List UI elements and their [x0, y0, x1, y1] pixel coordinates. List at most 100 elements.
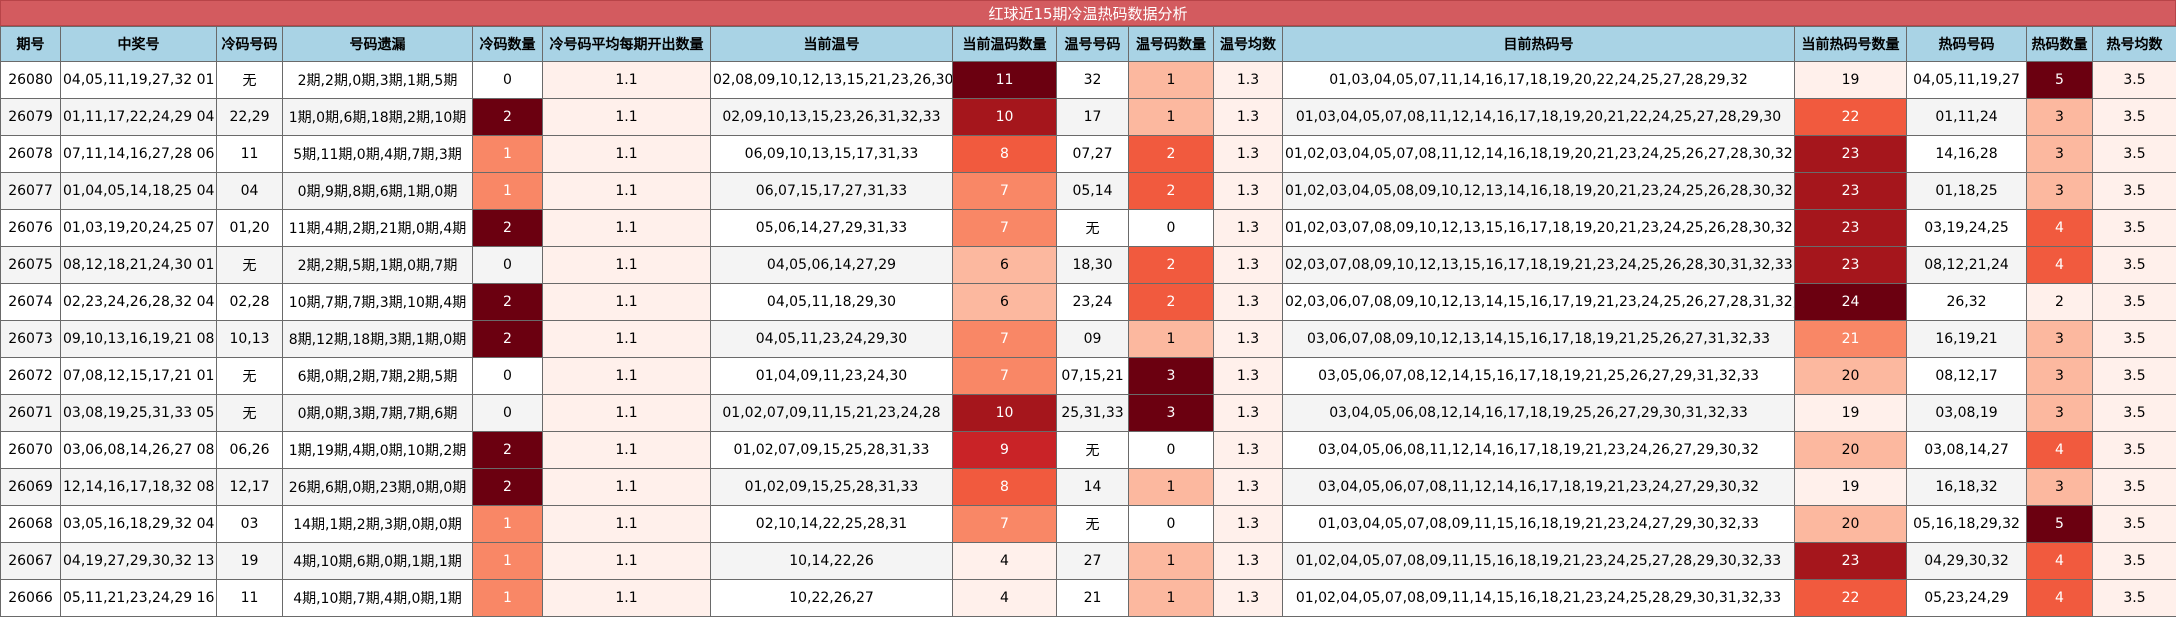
column-header-col-miss: 号码遗漏 — [282, 26, 473, 62]
draw-cell: 01,11,17,22,24,29 04 — [60, 98, 217, 136]
cold-count-cell: 2 — [472, 283, 543, 321]
warm-current-count-cell: 7 — [952, 357, 1057, 395]
warm-avg-cell: 1.3 — [1213, 542, 1283, 580]
hot-nums-cell: 16,18,32 — [1906, 468, 2027, 506]
hot-count-cell: 3 — [2026, 394, 2093, 432]
miss-cell: 4期,10期,7期,4期,0期,1期 — [282, 579, 473, 617]
miss-cell: 26期,6期,0期,23期,0期,0期 — [282, 468, 473, 506]
cold-count-cell: 0 — [472, 61, 543, 99]
hot-current-count-cell: 19 — [1794, 61, 1907, 99]
hot-count-cell: 5 — [2026, 61, 2093, 99]
cold-avg-cell: 1.1 — [542, 542, 711, 580]
cold-count-cell: 2 — [472, 431, 543, 469]
column-header-col-cold-nums: 冷码号码 — [216, 26, 283, 62]
warm-avg-cell: 1.3 — [1213, 172, 1283, 210]
hot-avg-cell: 3.5 — [2092, 209, 2176, 247]
hot-nums-cell: 08,12,17 — [1906, 357, 2027, 395]
warm-nums-cell: 17 — [1056, 98, 1129, 136]
cold-count-cell: 2 — [472, 320, 543, 358]
hot-current-cell: 01,02,03,04,05,07,08,11,12,14,16,18,19,2… — [1282, 135, 1795, 173]
cold-nums-cell: 11 — [216, 579, 283, 617]
warm-avg-cell: 1.3 — [1213, 209, 1283, 247]
hot-current-count-cell: 20 — [1794, 431, 1907, 469]
hot-count-cell: 4 — [2026, 431, 2093, 469]
hot-count-cell: 4 — [2026, 209, 2093, 247]
hot-avg-cell: 3.5 — [2092, 431, 2176, 469]
period-cell: 26067 — [0, 542, 61, 580]
hot-count-cell: 3 — [2026, 98, 2093, 136]
cold-count-cell: 1 — [472, 135, 543, 173]
table-row: 26071 03,08,19,25,31,33 05 无 0期,0期,3期,7期,7期… — [0, 394, 2176, 432]
hot-current-count-cell: 21 — [1794, 320, 1907, 358]
hot-nums-cell: 05,23,24,29 — [1906, 579, 2027, 617]
table-row: 26077 01,04,05,14,18,25 04 04 0期,9期,8期,6期,1… — [0, 172, 2176, 210]
period-cell: 26075 — [0, 246, 61, 284]
warm-nums-cell: 07,15,21 — [1056, 357, 1129, 395]
hot-avg-cell: 3.5 — [2092, 320, 2176, 358]
hot-current-cell: 03,05,06,07,08,12,14,15,16,17,18,19,21,2… — [1282, 357, 1795, 395]
hot-count-cell: 3 — [2026, 468, 2093, 506]
draw-cell: 08,12,18,21,24,30 01 — [60, 246, 217, 284]
warm-avg-cell: 1.3 — [1213, 61, 1283, 99]
column-header-col-cold-avg: 冷号码平均每期开出数量 — [542, 26, 711, 62]
cold-avg-cell: 1.1 — [542, 135, 711, 173]
period-cell: 26074 — [0, 283, 61, 321]
table-body: 26080 04,05,11,19,27,32 01 无 2期,2期,0期,3期,1期… — [0, 61, 2176, 617]
hot-current-count-cell: 23 — [1794, 246, 1907, 284]
warm-count-cell: 0 — [1128, 431, 1214, 469]
warm-current-cell: 02,10,14,22,25,28,31 — [710, 505, 953, 543]
hot-current-cell: 01,03,04,05,07,08,11,12,14,16,17,18,19,2… — [1282, 98, 1795, 136]
warm-count-cell: 2 — [1128, 283, 1214, 321]
warm-avg-cell: 1.3 — [1213, 468, 1283, 506]
column-header-col-period: 期号 — [0, 26, 61, 62]
cold-nums-cell: 12,17 — [216, 468, 283, 506]
hot-avg-cell: 3.5 — [2092, 542, 2176, 580]
hot-avg-cell: 3.5 — [2092, 61, 2176, 99]
hot-count-cell: 2 — [2026, 283, 2093, 321]
hot-avg-cell: 3.5 — [2092, 468, 2176, 506]
cold-count-cell: 1 — [472, 542, 543, 580]
cold-count-cell: 2 — [472, 468, 543, 506]
warm-current-cell: 04,05,11,23,24,29,30 — [710, 320, 953, 358]
column-header-col-hot-avg: 热号均数 — [2092, 26, 2176, 62]
warm-current-cell: 02,09,10,13,15,23,26,31,32,33 — [710, 98, 953, 136]
table-row: 26080 04,05,11,19,27,32 01 无 2期,2期,0期,3期,1期… — [0, 61, 2176, 99]
table-row: 26066 05,11,21,23,24,29 16 11 4期,10期,7期,4期,… — [0, 579, 2176, 617]
warm-current-count-cell: 10 — [952, 98, 1057, 136]
hot-count-cell: 3 — [2026, 172, 2093, 210]
draw-cell: 03,08,19,25,31,33 05 — [60, 394, 217, 432]
hot-current-count-cell: 23 — [1794, 209, 1907, 247]
hot-avg-cell: 3.5 — [2092, 246, 2176, 284]
cold-avg-cell: 1.1 — [542, 209, 711, 247]
hot-current-cell: 01,02,03,04,05,08,09,10,12,13,14,16,18,1… — [1282, 172, 1795, 210]
warm-nums-cell: 27 — [1056, 542, 1129, 580]
miss-cell: 5期,11期,0期,4期,7期,3期 — [282, 135, 473, 173]
warm-current-cell: 06,09,10,13,15,17,31,33 — [710, 135, 953, 173]
draw-cell: 07,11,14,16,27,28 06 — [60, 135, 217, 173]
cold-nums-cell: 02,28 — [216, 283, 283, 321]
cold-count-cell: 1 — [472, 172, 543, 210]
period-cell: 26072 — [0, 357, 61, 395]
cold-count-cell: 0 — [472, 357, 543, 395]
warm-avg-cell: 1.3 — [1213, 357, 1283, 395]
warm-count-cell: 0 — [1128, 505, 1214, 543]
warm-current-count-cell: 4 — [952, 542, 1057, 580]
miss-cell: 11期,4期,2期,21期,0期,4期 — [282, 209, 473, 247]
cold-count-cell: 0 — [472, 246, 543, 284]
cold-nums-cell: 无 — [216, 246, 283, 284]
hot-avg-cell: 3.5 — [2092, 579, 2176, 617]
hot-avg-cell: 3.5 — [2092, 135, 2176, 173]
draw-cell: 07,08,12,15,17,21 01 — [60, 357, 217, 395]
hot-count-cell: 4 — [2026, 542, 2093, 580]
cold-count-cell: 1 — [472, 505, 543, 543]
column-header-col-warm-count: 温号码数量 — [1128, 26, 1214, 62]
draw-cell: 04,05,11,19,27,32 01 — [60, 61, 217, 99]
warm-current-count-cell: 8 — [952, 468, 1057, 506]
hot-avg-cell: 3.5 — [2092, 394, 2176, 432]
hot-avg-cell: 3.5 — [2092, 357, 2176, 395]
hot-count-cell: 5 — [2026, 505, 2093, 543]
hot-current-count-cell: 19 — [1794, 468, 1907, 506]
cold-nums-cell: 11 — [216, 135, 283, 173]
warm-avg-cell: 1.3 — [1213, 246, 1283, 284]
hot-current-cell: 02,03,07,08,09,10,12,13,15,16,17,18,19,2… — [1282, 246, 1795, 284]
